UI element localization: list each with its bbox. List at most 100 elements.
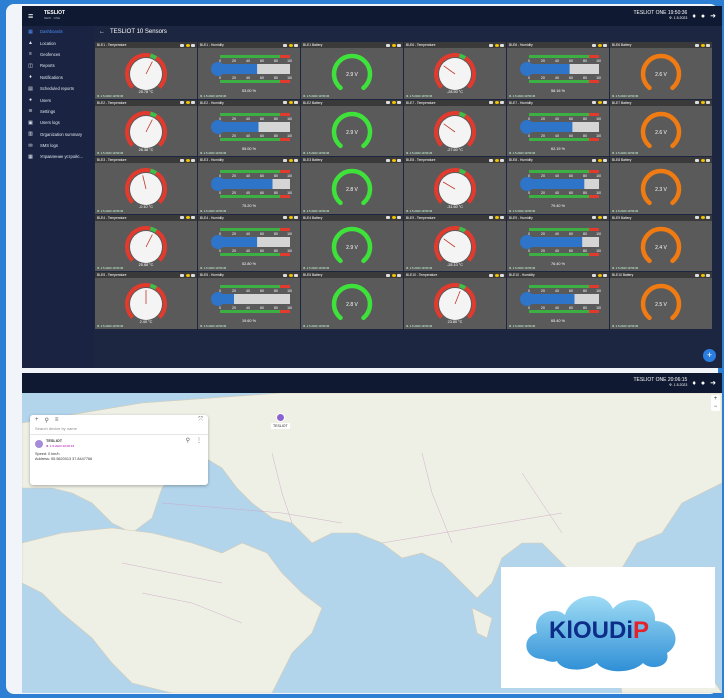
menu-dots-icon[interactable] <box>294 273 298 277</box>
widget-card-temp[interactable]: BLE1 - Temperature 25.78 °C Ф. 1.5.2023 19… <box>95 42 197 99</box>
menu-dots-icon[interactable] <box>603 158 607 162</box>
zoom-in-button[interactable]: + <box>711 395 720 403</box>
menu-dots-icon[interactable] <box>500 158 504 162</box>
user-icon[interactable]: ● <box>701 13 705 20</box>
logout-icon[interactable]: ➜ <box>710 379 716 387</box>
widget-card-temp[interactable]: BLE4 - Temperature 25.68 °C Ф. 1.5.2023 19… <box>95 214 197 271</box>
sidebar-item-location[interactable]: ▲ Location <box>22 37 94 48</box>
logout-icon[interactable]: ➜ <box>710 12 716 20</box>
widget-card-hum[interactable]: BLE2 - Humidity 0 0 20 20 40 40 60 60 80 80 100 100 5… <box>198 99 300 156</box>
widget-card-hum[interactable]: BLE5 - Humidity 0 0 20 20 40 40 60 60 80 80 100 100 1… <box>198 272 300 329</box>
menu-dots-icon[interactable] <box>397 101 401 104</box>
sidebar-item-notifications[interactable]: ♦ Notifications <box>22 72 94 83</box>
menu-dots-icon[interactable] <box>603 43 607 47</box>
menu-dots-icon[interactable] <box>294 158 298 162</box>
scale-label-bottom: 60 <box>260 134 264 138</box>
widget-card-temp[interactable]: BLE3 - Temperature -0.10 °C Ф. 1.5.2023 19… <box>95 157 197 214</box>
battery-icon <box>180 101 184 104</box>
sidebar-item-scheduled-reports[interactable]: ▤ Scheduled reports <box>22 83 94 94</box>
widget-card-hum[interactable]: BLE7 - Humidity 0 0 20 20 40 40 60 60 80 80 100 100 6… <box>507 99 609 156</box>
menu-dots-icon[interactable] <box>603 101 607 104</box>
menu-dots-icon[interactable] <box>191 101 195 104</box>
menu-dots-icon[interactable] <box>500 43 504 47</box>
menu-dots-icon[interactable] <box>500 216 504 219</box>
sidebar-item-users-logs[interactable]: ▣ Users logs <box>22 117 94 128</box>
sidebar-item-управление-устройс-[interactable]: ▦ Управление устройс... <box>22 151 94 162</box>
app-brand[interactable]: TESLIOT NEW · ONE <box>44 11 65 21</box>
bell-icon[interactable]: ♦ <box>692 13 696 20</box>
menu-icon[interactable]: ≡ <box>28 11 40 21</box>
menu-dots-icon[interactable] <box>397 273 401 277</box>
menu-dots-icon[interactable] <box>191 216 195 219</box>
widget-card-bat[interactable]: BLE4 Battery 2.9 V Ф. 1.5.2023 19:50:36 <box>301 214 403 271</box>
sidebar-item-sms-logs[interactable]: ✉ SMS logs <box>22 140 94 151</box>
back-arrow-icon[interactable]: ← <box>99 29 105 35</box>
menu-dots-icon[interactable] <box>500 273 504 277</box>
pin-icon[interactable]: ⚲ <box>45 417 49 424</box>
sidebar-item-reports[interactable]: ◫ Reports <box>22 60 94 71</box>
menu-dots-icon[interactable] <box>706 43 710 47</box>
sidebar-item-settings[interactable]: ≋ Settings <box>22 106 94 117</box>
menu-dots-icon[interactable] <box>706 216 710 219</box>
widget-card-bat[interactable]: BLE7 Battery 2.6 V Ф. 1.5.2023 19:50:36 <box>610 99 712 156</box>
menu-dots-icon[interactable] <box>603 273 607 277</box>
widget-card-bat[interactable]: BLE8 Battery 2.3 V Ф. 1.5.2023 19:50:36 <box>610 157 712 214</box>
device-list-item[interactable]: TESLIOT Ф. 1.5.2023 20:06:15 ⚲ ⋮ Speed: 0… <box>30 435 208 466</box>
bell-icon[interactable]: ♦ <box>692 380 696 387</box>
more-icon[interactable]: ⋮ <box>196 438 202 444</box>
user-icon[interactable]: ● <box>701 380 705 387</box>
menu-dots-icon[interactable] <box>191 273 195 277</box>
menu-dots-icon[interactable] <box>294 101 298 104</box>
widget-card-hum[interactable]: BLE4 - Humidity 0 0 20 20 40 40 60 60 80 80 100 100 5… <box>198 214 300 271</box>
widget-card-hum[interactable]: BLE1 - Humidity 0 0 20 20 40 40 60 60 80 80 100 100 5… <box>198 42 300 99</box>
widget-card-temp[interactable]: BLE8 - Temperature -31.60 °C Ф. 1.5.2023 1… <box>404 157 506 214</box>
widget-card-temp[interactable]: BLE6 - Temperature -28.90 °C Ф. 1.5.2023 1… <box>404 42 506 99</box>
sidebar-item-dashboards[interactable]: ▦ Dashboards <box>22 26 94 37</box>
widget-card-bat[interactable]: BLE2 Battery 2.9 V Ф. 1.5.2023 19:50:36 <box>301 99 403 156</box>
menu-dots-icon[interactable] <box>603 216 607 219</box>
widget-card-hum[interactable]: BLE3 - Humidity 0 0 20 20 40 40 60 60 80 80 100 100 7… <box>198 157 300 214</box>
widget-card-hum[interactable]: BLE8 - Humidity 0 0 20 20 40 40 60 60 80 80 100 100 7… <box>507 157 609 214</box>
add-widget-button[interactable]: + <box>703 349 716 362</box>
zoom-out-button[interactable]: − <box>711 403 720 411</box>
menu-dots-icon[interactable] <box>500 101 504 104</box>
widget-card-bat[interactable]: BLE5 Battery 2.8 V Ф. 1.5.2023 19:50:36 <box>301 272 403 329</box>
collapse-icon[interactable]: ⤧ <box>198 417 203 424</box>
menu-dots-icon[interactable] <box>397 158 401 162</box>
scale-label-top: 80 <box>583 59 587 63</box>
sidebar-item-organization-summary[interactable]: ▥ Organization summary <box>22 129 94 140</box>
widget-card-temp[interactable]: BLE9 - Temperature -28.10 °C Ф. 1.5.2023 1… <box>404 214 506 271</box>
widget-card-bat[interactable]: BLE9 Battery 2.4 V Ф. 1.5.2023 19:50:36 <box>610 214 712 271</box>
widget-card-temp[interactable]: BLE5 - Temperature 2.40 °C Ф. 1.5.2023 19:… <box>95 272 197 329</box>
menu-dots-icon[interactable] <box>397 43 401 47</box>
menu-dots-icon[interactable] <box>397 216 401 219</box>
locate-icon[interactable]: ⚲ <box>186 438 190 444</box>
widget-title: BLE7 - Temperature <box>406 100 436 105</box>
menu-dots-icon[interactable] <box>294 43 298 47</box>
widget-card-temp[interactable]: BLE7 - Temperature -27.60 °C Ф. 1.5.2023 1… <box>404 99 506 156</box>
sidebar-item-geofences[interactable]: ≡ Geofences <box>22 49 94 60</box>
widget-card-bat[interactable]: BLE10 Battery 2.5 V Ф. 1.5.2023 19:50:36 <box>610 272 712 329</box>
widget-card-hum[interactable]: BLE6 - Humidity 0 0 20 20 40 40 60 60 80 80 100 100 5… <box>507 42 609 99</box>
humidity-value: 62.19 % <box>551 146 565 151</box>
widget-card-temp[interactable]: BLE2 - Temperature 26.38 °C Ф. 1.5.2023 19… <box>95 99 197 156</box>
widget-card-bat[interactable]: BLE3 Battery 2.8 V Ф. 1.5.2023 19:50:36 <box>301 157 403 214</box>
menu-dots-icon[interactable] <box>706 101 710 104</box>
menu-dots-icon[interactable] <box>191 43 195 47</box>
log-icon: ▣ <box>28 119 33 126</box>
menu-dots-icon[interactable] <box>191 158 195 162</box>
menu-dots-icon[interactable] <box>706 273 710 277</box>
widget-card-bat[interactable]: BLE6 Battery 2.6 V Ф. 1.5.2023 19:50:36 <box>610 42 712 99</box>
menu-dots-icon[interactable] <box>294 216 298 219</box>
widget-card-hum[interactable]: BLE10 - Humidity 0 0 20 20 40 40 60 60 80 80 100 100… <box>507 272 609 329</box>
list-icon[interactable]: ≡ <box>55 417 59 423</box>
menu-dots-icon[interactable] <box>706 158 710 162</box>
scale-label-top: 100 <box>596 289 601 293</box>
widget-card-temp[interactable]: BLE10 - Temperature 23.80 °C Ф. 1.5.2023 1… <box>404 272 506 329</box>
add-icon[interactable]: + <box>35 417 39 423</box>
sidebar-item-users[interactable]: ● Users <box>22 94 94 105</box>
widget-card-bat[interactable]: BLE1 Battery 2.9 V Ф. 1.5.2023 19:50:36 <box>301 42 403 99</box>
widget-card-hum[interactable]: BLE9 - Humidity 0 0 20 20 40 40 60 60 80 80 100 100 7… <box>507 214 609 271</box>
device-map-marker[interactable]: TESLIOT <box>271 413 290 429</box>
device-search-input[interactable]: Search device by name <box>30 425 208 435</box>
